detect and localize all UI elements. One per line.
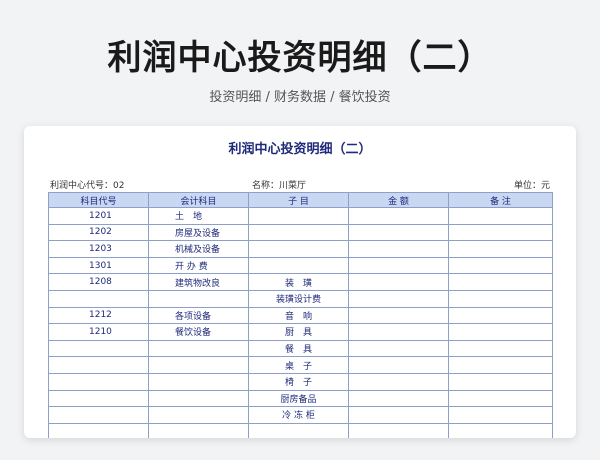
unit-label: 单位：元 <box>513 181 550 191</box>
cell-amount <box>348 240 449 258</box>
cell-code <box>48 339 149 358</box>
cell-remark <box>448 207 553 225</box>
table-row: 1210 餐饮设备厨 具 <box>48 323 553 341</box>
cell-amount <box>348 289 449 308</box>
cell-acct: 餐饮设备 <box>148 323 249 341</box>
cell-sub: 装 璜 <box>248 273 349 291</box>
cell-code: 1212 <box>48 306 149 325</box>
cell-sub <box>248 422 349 438</box>
cell-code <box>48 389 149 408</box>
cell-code: 1208 <box>48 273 149 291</box>
cell-amount <box>348 356 449 374</box>
page-title: 利润中心投资明细（二） <box>107 38 493 78</box>
cell-sub <box>248 256 349 275</box>
cell-remark <box>448 372 553 391</box>
cell-remark <box>448 273 553 291</box>
table-row: 椅 子 <box>48 372 553 391</box>
cell-acct: 房屋及设备 <box>148 223 249 242</box>
header-amount: 金 额 <box>348 192 449 208</box>
cell-acct <box>148 339 249 358</box>
table-row: 装璜设计费 <box>48 289 553 308</box>
center-code: 利润中心代号：02 <box>50 181 125 191</box>
cell-code <box>48 406 149 424</box>
cell-code <box>48 372 149 391</box>
table-header-row: 科目代号 会计科目 子 目 金 额 备 注 <box>48 192 553 208</box>
document-card: 利润中心投资明细（二） 利润中心代号：02 名称：川菜厅 单位：元 科目代号 会… <box>24 126 576 438</box>
table-row: 1203 机械及设备 <box>48 240 553 258</box>
table-row: 桌 子 <box>48 356 553 374</box>
cell-acct: 建筑物改良 <box>148 273 249 291</box>
cell-sub: 冷 冻 柜 <box>248 406 349 424</box>
table-row: 1212 各项设备音 响 <box>48 306 553 325</box>
cell-remark <box>448 339 553 358</box>
cell-sub: 餐 具 <box>248 339 349 358</box>
cell-amount <box>348 422 449 438</box>
cell-code <box>48 356 149 374</box>
cell-acct <box>148 356 249 374</box>
cell-sub: 厨 具 <box>248 323 349 341</box>
cell-acct <box>148 422 249 438</box>
cell-amount <box>348 372 449 391</box>
cell-sub: 厨房备品 <box>248 389 349 408</box>
cell-amount <box>348 323 449 341</box>
cell-remark <box>448 289 553 308</box>
cell-amount <box>348 273 449 291</box>
cell-amount <box>348 389 449 408</box>
header-account: 会计科目 <box>148 192 249 208</box>
cell-acct <box>148 372 249 391</box>
table-row: 1301 开 办 费 <box>48 256 553 275</box>
cell-sub: 音 响 <box>248 306 349 325</box>
table-row: 1201 土 地 <box>48 207 553 225</box>
cell-remark <box>448 256 553 275</box>
table-row: 餐 具 <box>48 339 553 358</box>
cell-acct: 土 地 <box>148 207 249 225</box>
cell-sub: 装璜设计费 <box>248 289 349 308</box>
cell-amount <box>348 223 449 242</box>
cell-sub: 椅 子 <box>248 372 349 391</box>
table-row: 1208 建筑物改良装 璜 <box>48 273 553 291</box>
cell-remark <box>448 240 553 258</box>
cell-remark <box>448 406 553 424</box>
table-row: 1202 房屋及设备 <box>48 223 553 242</box>
cell-acct <box>148 289 249 308</box>
investment-table: 科目代号 会计科目 子 目 金 额 备 注 1201 土 地 1202 房屋及设备 12… <box>48 192 553 438</box>
cell-remark <box>448 356 553 374</box>
table-row: 冷 冻 柜 <box>48 406 553 424</box>
cell-amount <box>348 406 449 424</box>
cell-amount <box>348 306 449 325</box>
cell-sub <box>248 223 349 242</box>
cell-sub <box>248 240 349 258</box>
cell-remark <box>448 323 553 341</box>
header-code: 科目代号 <box>48 192 149 208</box>
cell-acct <box>148 389 249 408</box>
header-remark: 备 注 <box>448 192 553 208</box>
cell-acct <box>148 406 249 424</box>
cell-amount <box>348 256 449 275</box>
cell-acct: 各项设备 <box>148 306 249 325</box>
cell-acct: 机械及设备 <box>148 240 249 258</box>
cell-acct: 开 办 费 <box>148 256 249 275</box>
cell-code: 1202 <box>48 223 149 242</box>
cell-code: 1201 <box>48 207 149 225</box>
table-row <box>48 422 553 438</box>
table-row: 厨房备品 <box>48 389 553 408</box>
cell-code <box>48 289 149 308</box>
sheet-title: 利润中心投资明细（二） <box>228 142 372 157</box>
cell-code <box>48 422 149 438</box>
cell-code: 1203 <box>48 240 149 258</box>
center-name: 名称：川菜厅 <box>252 181 307 191</box>
cell-remark <box>448 389 553 408</box>
cell-amount <box>348 207 449 225</box>
cell-code: 1210 <box>48 323 149 341</box>
page-subtitle: 投资明细 / 财务数据 / 餐饮投资 <box>209 90 391 105</box>
cell-remark <box>448 422 553 438</box>
cell-code: 1301 <box>48 256 149 275</box>
cell-sub: 桌 子 <box>248 356 349 374</box>
cell-remark <box>448 223 553 242</box>
cell-remark <box>448 306 553 325</box>
cell-sub <box>248 207 349 225</box>
header-subitem: 子 目 <box>248 192 349 208</box>
cell-amount <box>348 339 449 358</box>
